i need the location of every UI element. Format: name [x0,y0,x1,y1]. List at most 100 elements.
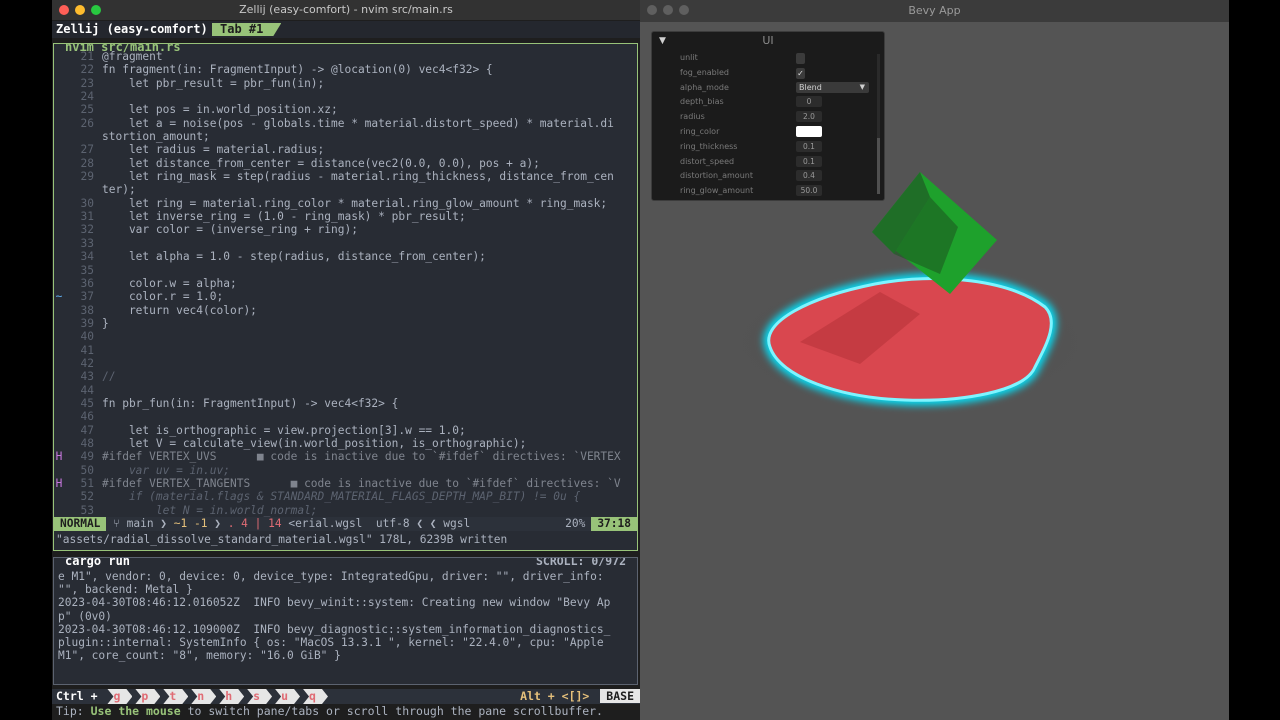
code-line[interactable]: 33 [54,237,637,250]
ui-inspector-panel[interactable]: ▼ UI unlit fog_enabled ✓ alpha_mode Blend ▼ de… [651,31,885,201]
code-line[interactable]: 34 let alpha = 1.0 - step(radius, distan… [54,250,637,263]
code-text[interactable]: if (material.flags & STANDARD_MATERIAL_F… [102,490,637,503]
keybind-q-button[interactable]: q [303,689,328,704]
minimize-icon[interactable] [663,5,673,15]
checkbox[interactable] [796,53,805,64]
code-text[interactable]: let alpha = 1.0 - step(radius, distance_… [102,250,637,263]
code-text[interactable]: var color = (inverse_ring + ring); [102,223,637,236]
code-line[interactable]: 43 // [54,370,637,383]
ui-panel-header[interactable]: ▼ UI [652,32,884,50]
code-line[interactable]: 27 let radius = material.radius; [54,143,637,156]
ui-scrollbar[interactable] [877,54,880,194]
code-text[interactable]: let a = noise(pos - globals.time * mater… [102,117,637,130]
code-line[interactable]: 35 [54,264,637,277]
code-line[interactable]: H 49 #ifdef VERTEX_UVS ■ code is inactive … [54,450,637,463]
number-input[interactable]: 0.1 [796,140,822,152]
close-icon[interactable] [647,5,657,15]
keybind-p-button[interactable]: p [135,689,160,704]
number-input[interactable]: 0.1 [796,155,822,167]
code-text[interactable]: fn fragment(in: FragmentInput) -> @locat… [102,63,637,76]
code-line[interactable]: 46 [54,410,637,423]
code-text[interactable]: } [102,317,637,330]
code-text[interactable]: fn pbr_fun(in: FragmentInput) -> vec4<f3… [102,397,637,410]
code-text[interactable]: color.w = alpha; [102,277,637,290]
code-line[interactable]: 40 [54,330,637,343]
code-text[interactable]: let distance_from_center = distance(vec2… [102,157,637,170]
code-line[interactable]: 48 let V = calculate_view(in.world_posit… [54,437,637,450]
code-line[interactable]: 32 var color = (inverse_ring + ring); [54,223,637,236]
maximize-icon[interactable] [679,5,689,15]
cargo-pane[interactable]: cargo run SCROLL: 0/972 e M1", vendor: 0… [53,557,638,685]
ui-scrollbar-thumb[interactable] [877,138,880,194]
keybind-u-button[interactable]: u [275,689,300,704]
color-swatch[interactable] [796,126,822,137]
code-line[interactable]: 21 @fragment [54,50,637,63]
code-line[interactable]: 22 fn fragment(in: FragmentInput) -> @loc… [54,63,637,76]
code-line[interactable]: 44 [54,384,637,397]
code-text[interactable] [102,264,637,277]
code-text[interactable]: return vec4(color); [102,304,637,317]
keybind-h-button[interactable]: h [219,689,244,704]
code-line[interactable]: 31 let inverse_ring = (1.0 - ring_mask) … [54,210,637,223]
code-text[interactable]: stortion_amount; [102,130,637,143]
code-line[interactable]: 23 let pbr_result = pbr_fun(in); [54,77,637,90]
code-line[interactable]: 24 [54,90,637,103]
code-line[interactable]: H 51 #ifdef VERTEX_TANGENTS ■ code is inac… [54,477,637,490]
collapse-triangle-icon[interactable]: ▼ [659,32,666,50]
code-text[interactable]: color.r = 1.0; [102,290,637,303]
code-text[interactable]: let inverse_ring = (1.0 - ring_mask) * p… [102,210,637,223]
code-text[interactable]: #ifdef VERTEX_UVS ■ code is inactive due… [102,450,637,463]
code-text[interactable] [102,344,637,357]
code-line[interactable]: 42 [54,357,637,370]
code-area[interactable]: 21 @fragment 22 fn fragment(in: FragmentInp… [54,50,637,517]
code-line[interactable]: 29 let ring_mask = step(radius - materia… [54,170,637,183]
code-text[interactable]: let N = in.world_normal; [102,504,637,517]
code-text[interactable]: let V = calculate_view(in.world_position… [102,437,637,450]
editor-pane[interactable]: nvim src/main.rs 21 @fragment 22 fn fragmen… [53,43,638,551]
code-line[interactable]: 28 let distance_from_center = distance(v… [54,157,637,170]
code-text[interactable]: let ring_mask = step(radius - material.r… [102,170,637,183]
code-line[interactable]: 41 [54,344,637,357]
code-line[interactable]: 38 return vec4(color); [54,304,637,317]
code-text[interactable] [102,90,637,103]
number-input[interactable]: 2.0 [796,111,822,123]
code-line[interactable]: 39} [54,317,637,330]
keybind-g-button[interactable]: g [107,689,132,704]
tab-1[interactable]: Tab #1 [212,23,281,36]
code-line[interactable]: 52 if (material.flags & STANDARD_MATERIA… [54,490,637,503]
keybind-s-button[interactable]: s [247,689,272,704]
code-line[interactable]: 53 let N = in.world_normal; [54,504,637,517]
code-line[interactable]: stortion_amount; [54,130,637,143]
code-line[interactable]: 30 let ring = material.ring_color * mate… [54,197,637,210]
maximize-icon[interactable] [91,5,101,15]
code-line[interactable]: 26 let a = noise(pos - globals.time * ma… [54,117,637,130]
code-text[interactable]: let ring = material.ring_color * materia… [102,197,637,210]
code-text[interactable]: var uv = in.uv; [102,464,637,477]
code-text[interactable] [102,330,637,343]
keybind-t-button[interactable]: t [163,689,188,704]
code-text[interactable]: ter); [102,183,637,196]
code-text[interactable]: #ifdef VERTEX_TANGENTS ■ code is inactiv… [102,477,637,490]
keybind-n-button[interactable]: n [191,689,216,704]
code-line[interactable]: 25 let pos = in.world_position.xz; [54,103,637,116]
code-line[interactable]: ~37 color.r = 1.0; [54,290,637,303]
code-text[interactable] [102,410,637,423]
number-input[interactable]: 0 [796,96,822,108]
code-text[interactable]: let pos = in.world_position.xz; [102,103,637,116]
alpha-mode-select[interactable]: Blend ▼ [796,81,869,93]
code-text[interactable]: // [102,370,637,383]
number-input[interactable]: 0.4 [796,170,822,182]
code-line[interactable]: 45 fn pbr_fun(in: FragmentInput) -> vec4<… [54,397,637,410]
code-text[interactable]: let pbr_result = pbr_fun(in); [102,77,637,90]
checkbox[interactable]: ✓ [796,67,805,79]
code-text[interactable]: let is_orthographic = view.projection[3]… [102,424,637,437]
code-line[interactable]: 47 let is_orthographic = view.projection… [54,424,637,437]
code-text[interactable]: let radius = material.radius; [102,143,637,156]
close-icon[interactable] [59,5,69,15]
code-line[interactable]: 50 var uv = in.uv; [54,464,637,477]
minimize-icon[interactable] [75,5,85,15]
code-text[interactable] [102,357,637,370]
code-line[interactable]: 36 color.w = alpha; [54,277,637,290]
code-text[interactable] [102,237,637,250]
code-text[interactable]: @fragment [102,50,637,63]
